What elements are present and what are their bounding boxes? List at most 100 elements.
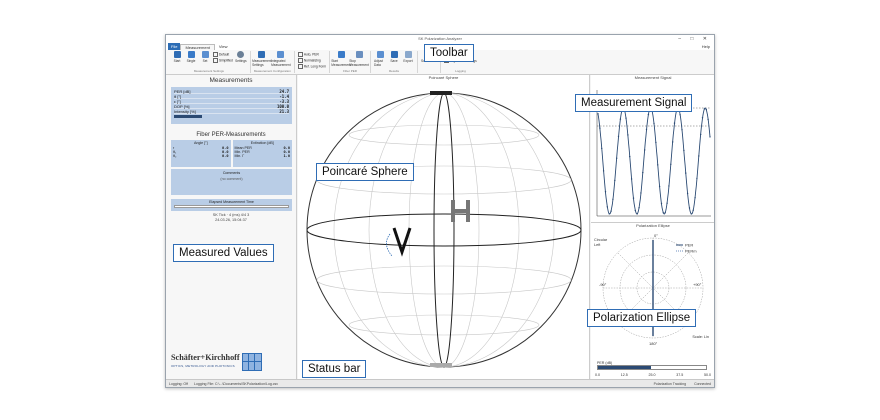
measured-values-panel: Measurements PER [dB] 24.7 θ [°] -1.4 ε [°… [166,75,297,381]
ribbon-group-settings: Start Single Set Default Simplified Sett… [168,51,251,73]
comments-text: (no comment) [220,177,243,181]
left-label: Left [594,243,601,247]
gear-icon [237,51,245,58]
extinction-row: Min. Γ 1.0 [234,154,291,158]
ribbon-group-results: Adjust Data Save Export Results [371,51,419,73]
elapsed-time-bar [174,205,289,208]
poincare-sphere[interactable]: H V [298,80,590,380]
ref-long-form-checkbox[interactable]: Ref. Long Form [298,64,326,69]
comments-title: Comments [222,171,241,175]
measurement-settings-button[interactable]: Measurement Settings [252,51,272,67]
start-button[interactable]: Start [171,51,183,63]
signal-series [597,107,711,215]
angle-box: Angle [°] r 0.0 θ₁ 0.0 θ₂ 0.0 [171,140,231,167]
signal-point [670,163,672,165]
default-checkbox[interactable]: Default [213,52,233,57]
auto-per-checkbox[interactable]: Auto, PER [298,52,326,57]
signal-point [638,207,640,209]
per-ticks: 0.0 12.5 25.0 37.5 50.0 [595,373,711,377]
extinction-box: Extinction [dB] Mean PER 0.0 Min. PER 0.0 … [232,140,292,167]
company-logo: Schäfter+Kirchhoff OPTICS, METROLOGY AND… [171,351,286,372]
signal-point [673,122,676,124]
export-icon [404,51,412,58]
measurements-box: PER [dB] 24.7 θ [°] -1.4 ε [°] -3.3 DOP [%]… [171,87,292,124]
app-window: SK Polarization Analyzer – □ ✕ File Meas… [165,34,715,388]
signal-point [617,135,620,138]
scale-label: Scale: Lin [692,335,709,339]
fiber-stop-icon [355,51,363,58]
signal-point [662,212,664,214]
stop-fiber-measurement-button[interactable]: Stop Measurement [349,51,369,67]
ribbon-group-fiber: Start Measurement Stop Measurement Fiber… [330,51,372,73]
signal-point [709,136,711,138]
callout-measurement-signal: Measurement Signal [575,94,693,112]
window-title: SK Polarization Analyzer [418,36,462,41]
sliders-icon [258,51,266,58]
legend-per: PER [685,243,693,248]
save-button[interactable]: Save [388,51,400,63]
callout-status-bar: Status bar [302,360,367,378]
simplified-checkbox[interactable]: Simplified [213,58,233,63]
signal-point [612,198,614,200]
signal-point [681,129,683,131]
integrate-icon [277,51,285,58]
info-text: SK Tick · 4 (ms) 4/4 3 24.03.26, 15:04:3… [212,213,250,222]
fiber-grid: Angle [°] r 0.0 θ₁ 0.0 θ₂ 0.0 Extinction [d… [171,140,292,167]
signal-point [672,141,674,143]
signal-point [666,202,668,204]
callout-poincare-sphere: Poincaré Sphere [316,163,414,181]
deg-right-label: +90° [693,282,702,287]
signal-point [629,155,631,158]
elapsed-time-box: Elapsed Measurement Time [171,199,292,211]
signal-point [616,157,618,159]
signal-point [664,212,666,214]
signal-point [685,172,687,174]
window-controls[interactable]: – □ ✕ [678,35,711,43]
signal-point [700,133,702,136]
set-icon [201,51,209,58]
adjust-data-button[interactable]: Adjust Data [374,51,386,67]
signal-point [632,197,635,199]
export-button[interactable]: Export [402,51,414,63]
help-menu[interactable]: Help [702,44,710,49]
ribbon-group-config: Measurement Settings Integrated Measurem… [251,51,295,73]
signal-point [679,114,681,116]
signal-point [660,202,663,205]
play-icon [173,51,181,58]
start-fiber-measurement-button[interactable]: Start Measurement [331,51,351,67]
signal-point [668,185,670,187]
signal-point [688,207,691,209]
deg-bottom-label: 180° [649,341,658,346]
elapsed-time-title: Elapsed Measurement Time [209,200,254,204]
menu-file[interactable]: File [168,43,181,50]
signal-point [686,192,689,195]
deg-top-label: 0° [654,233,658,238]
signal-point [707,118,709,121]
comments-box[interactable]: Comments (no comment) [171,169,292,195]
fiber-start-icon [337,51,345,58]
tab-view[interactable]: View [215,44,232,49]
title-bar: SK Polarization Analyzer – □ ✕ [166,35,714,43]
signal-point [634,209,636,212]
signal-point [698,155,700,157]
measurements-title: Measurements [209,77,253,84]
callout-polarization-ellipse: Polarization Ellipse [587,309,697,327]
normalizing-checkbox[interactable]: Normalizing [298,58,326,63]
signal-point [658,185,661,188]
signal-point [601,147,603,150]
signal-point [630,178,633,180]
set-button[interactable]: Set [199,51,211,63]
signal-point [642,171,644,174]
signal-point [690,213,692,215]
signal-point [640,192,642,194]
tab-measurement[interactable]: Measurement [180,43,215,50]
settings-button[interactable]: Settings [235,51,247,63]
single-shot-icon [187,51,195,58]
adjust-icon [376,51,384,58]
status-bar: Logging: Off Logging File: C:\...\Docume… [166,379,714,387]
single-button[interactable]: Single [185,51,197,63]
status-log-path: Logging File: C:\...\Documents\SKPolariz… [194,381,279,386]
integrated-measurement-button[interactable]: Integrated Measurement [271,51,291,67]
signal-point [619,118,622,120]
signal-point [653,122,655,125]
